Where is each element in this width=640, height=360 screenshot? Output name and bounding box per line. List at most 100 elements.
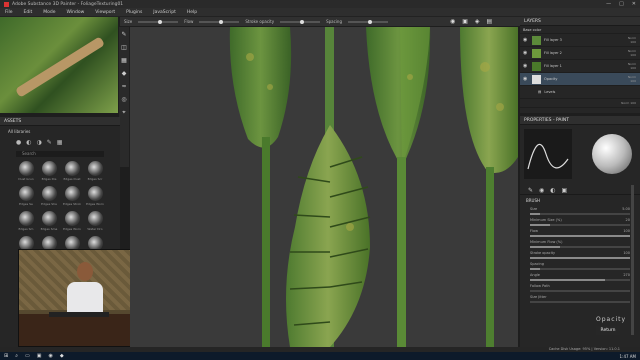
- polygon-fill-icon[interactable]: ◆: [122, 70, 127, 77]
- search-icon[interactable]: ⌕: [15, 353, 18, 359]
- picker-icon[interactable]: ⌖: [122, 109, 125, 117]
- spacing-label: Spacing: [326, 19, 342, 24]
- property-slider[interactable]: Minimum Flow (%): [520, 239, 640, 250]
- painter-icon[interactable]: ◆: [60, 353, 64, 359]
- property-label-row: Follow Path: [530, 284, 630, 288]
- menu-window[interactable]: Window: [67, 10, 85, 15]
- eye-icon[interactable]: ◉: [523, 76, 529, 82]
- assets-search-input[interactable]: Search: [16, 151, 104, 157]
- property-track[interactable]: [530, 301, 630, 303]
- property-slider[interactable]: Angle 270: [520, 272, 640, 283]
- filter-grid-icon[interactable]: ▦: [57, 139, 63, 146]
- properties-scrollbar[interactable]: [631, 185, 634, 335]
- property-value[interactable]: 5.00: [622, 207, 630, 211]
- minimize-button[interactable]: —: [606, 1, 611, 7]
- file-explorer-icon[interactable]: ▣: [37, 353, 42, 359]
- asset-thumbnail[interactable]: Edges Dust: [62, 161, 82, 183]
- stroke-opacity-slider[interactable]: [280, 19, 321, 24]
- property-slider[interactable]: Spacing: [520, 261, 640, 272]
- brush-tab-icon[interactable]: ✎: [528, 187, 533, 194]
- alpha-tab-icon[interactable]: ◉: [539, 187, 544, 194]
- library-selector[interactable]: All libraries: [0, 126, 120, 137]
- property-track[interactable]: [530, 257, 630, 259]
- property-slider[interactable]: Flow 100: [520, 228, 640, 239]
- eye-icon[interactable]: ◉: [523, 37, 529, 43]
- property-track[interactable]: [530, 224, 630, 226]
- property-slider[interactable]: Size 5.00: [520, 206, 640, 217]
- blend-mode-select[interactable]: Base color: [523, 28, 541, 32]
- filter-alphas-icon[interactable]: ◑: [37, 139, 42, 146]
- projection-icon[interactable]: ▦: [121, 57, 127, 64]
- camera-icon[interactable]: ◉: [450, 18, 455, 25]
- layer-row-selected[interactable]: ◉ Opacity Norm 100: [520, 73, 640, 86]
- smudge-icon[interactable]: ≈: [121, 83, 126, 90]
- effect-row[interactable]: ▤ Levels: [520, 86, 640, 99]
- asset-thumbnail[interactable]: Water Dro: [85, 211, 105, 233]
- layer-row[interactable]: ◉ Fill layer 1 Norm 100: [520, 60, 640, 73]
- layer-name: Fill layer 3: [544, 38, 562, 42]
- filter-materials-icon[interactable]: ●: [16, 139, 21, 146]
- eye-icon[interactable]: ◉: [523, 50, 529, 56]
- asset-thumbnail[interactable]: Dust Grun: [16, 161, 36, 183]
- asset-thumbnail[interactable]: Edges Worn: [62, 211, 82, 233]
- asset-thumbnail[interactable]: Edges Sm: [16, 211, 36, 233]
- asset-thumbnail[interactable]: Edges Sha: [39, 186, 59, 208]
- close-button[interactable]: ✕: [632, 1, 636, 7]
- property-track[interactable]: [530, 213, 630, 215]
- menu-mode[interactable]: Mode: [43, 10, 55, 15]
- layer-row[interactable]: ◉ Fill layer 2 Norm 100: [520, 47, 640, 60]
- layer-row[interactable]: ◉ Fill layer 3 Norm 100: [520, 34, 640, 47]
- eye-icon[interactable]: ◉: [523, 63, 529, 69]
- property-slider[interactable]: Stroke opacity 100: [520, 250, 640, 261]
- property-track[interactable]: [530, 279, 630, 281]
- maximize-button[interactable]: □: [619, 1, 624, 7]
- return-button[interactable]: Return: [596, 326, 620, 335]
- property-slider[interactable]: Size Jitter: [520, 294, 640, 305]
- render-icon[interactable]: ◈: [475, 18, 480, 25]
- asset-thumbnail[interactable]: Edges Sma: [39, 211, 59, 233]
- windows-start-icon[interactable]: ⊞: [4, 353, 8, 359]
- clone-icon[interactable]: ◎: [121, 96, 126, 103]
- asset-thumbnail[interactable]: Edges Dis: [39, 161, 59, 183]
- blend-mode-row[interactable]: Base color: [520, 26, 640, 34]
- property-slider[interactable]: Follow Path: [520, 283, 640, 294]
- menu-viewport[interactable]: Viewport: [95, 10, 115, 15]
- filter-brushes-icon[interactable]: ✎: [47, 139, 52, 146]
- property-label: Minimum Size (%): [530, 218, 562, 222]
- property-track[interactable]: [530, 246, 630, 248]
- menu-plugins[interactable]: Plugins: [126, 10, 142, 15]
- menu-javascript[interactable]: JavaScript: [153, 10, 176, 15]
- task-view-icon[interactable]: ▭: [25, 353, 30, 359]
- filter-smart-icon[interactable]: ◐: [26, 139, 31, 146]
- layer-opacity: 100: [630, 101, 636, 105]
- asset-thumbnail[interactable]: Edges Se: [16, 186, 36, 208]
- property-track[interactable]: [530, 235, 630, 237]
- 3d-viewport[interactable]: [130, 27, 518, 347]
- eraser-icon[interactable]: ◫: [121, 44, 127, 51]
- asset-thumbnail[interactable]: Edges Scr: [85, 161, 105, 183]
- effect-row[interactable]: Norm 100: [520, 99, 640, 108]
- property-track[interactable]: [530, 290, 630, 292]
- flow-slider[interactable]: [199, 19, 240, 24]
- asset-thumbnail[interactable]: Edges Worn: [85, 186, 105, 208]
- material-tab-icon[interactable]: ▣: [562, 187, 568, 194]
- layer-opacity: 100: [630, 66, 636, 70]
- property-track[interactable]: [530, 268, 630, 270]
- property-value[interactable]: 20: [626, 218, 630, 222]
- property-value[interactable]: 100: [623, 251, 630, 255]
- spacing-slider[interactable]: [347, 19, 388, 24]
- stencil-tab-icon[interactable]: ◐: [550, 187, 555, 194]
- display-icon[interactable]: ▣: [462, 18, 468, 25]
- size-label: Size: [124, 19, 133, 24]
- asset-thumbnail[interactable]: Edges Strok: [62, 186, 82, 208]
- menu-edit[interactable]: Edit: [24, 10, 33, 15]
- screenshot-icon[interactable]: ▤: [487, 18, 493, 25]
- property-value[interactable]: 270: [623, 273, 630, 277]
- browser-icon[interactable]: ◉: [48, 353, 52, 359]
- size-slider[interactable]: [138, 19, 179, 24]
- property-value[interactable]: 100: [623, 229, 630, 233]
- paint-brush-icon[interactable]: ✎: [121, 31, 126, 38]
- menu-help[interactable]: Help: [187, 10, 197, 15]
- property-slider[interactable]: Minimum Size (%) 20: [520, 217, 640, 228]
- menu-file[interactable]: File: [5, 10, 13, 15]
